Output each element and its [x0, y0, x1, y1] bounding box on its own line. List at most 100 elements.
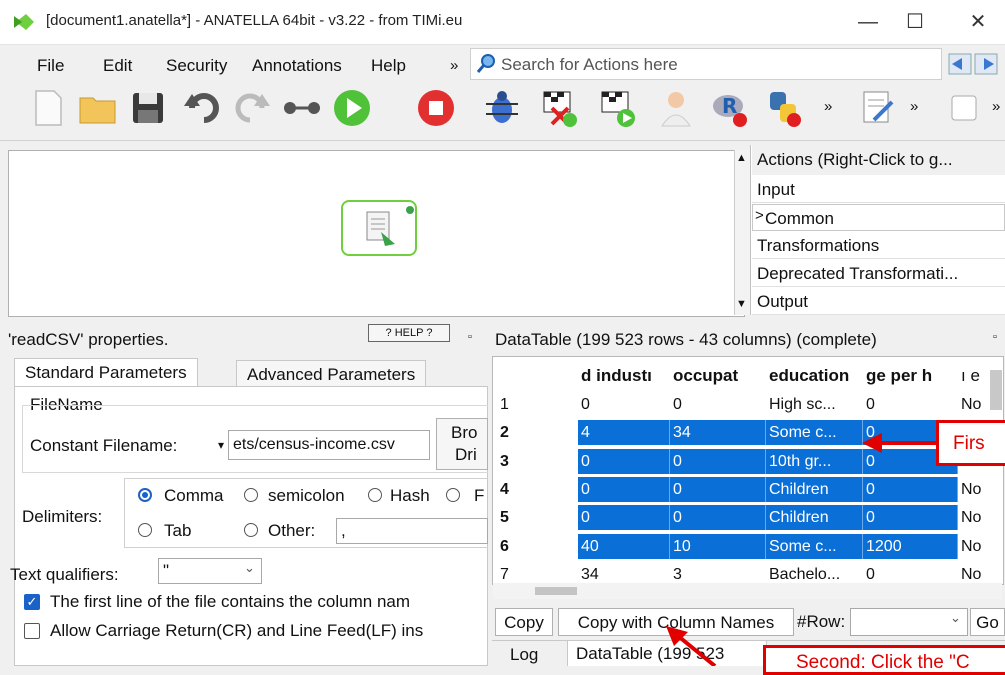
table-cell[interactable]: No [958, 534, 988, 559]
close-button[interactable]: ✕ [955, 6, 1001, 38]
column-header[interactable]: d industı [578, 363, 670, 388]
column-header[interactable]: ge per h [863, 363, 958, 388]
panel-arrows-icon[interactable] [948, 52, 1000, 76]
radio-hash[interactable] [368, 488, 382, 502]
float-panel-icon-2[interactable]: ▫ [993, 331, 997, 343]
radio-semicolon[interactable] [244, 488, 258, 502]
minimize-button[interactable]: — [845, 6, 891, 38]
menu-help[interactable]: Help [371, 56, 406, 76]
maximize-button[interactable]: ☐ [892, 6, 938, 38]
open-folder-icon[interactable] [78, 88, 118, 128]
go-button[interactable]: Go [970, 608, 1005, 636]
readcsv-node[interactable] [341, 200, 417, 256]
scroll-up-icon[interactable]: ▲ [736, 152, 747, 164]
other-delimiter-input[interactable]: , [336, 518, 488, 544]
row-number[interactable]: 6 [497, 534, 537, 559]
row-number[interactable]: 2 [497, 420, 537, 445]
vertical-scrollbar-thumb[interactable] [990, 370, 1002, 410]
table-cell[interactable]: 0 [863, 505, 958, 531]
table-cell[interactable]: No [958, 505, 988, 530]
help-button[interactable]: ? HELP ? [368, 324, 450, 342]
user-icon[interactable] [656, 88, 696, 128]
blank-page-icon[interactable] [944, 88, 984, 128]
table-cell[interactable]: No [958, 477, 988, 502]
radio-f[interactable] [446, 488, 460, 502]
connect-icon[interactable] [282, 88, 322, 128]
tab-standard-parameters[interactable]: Standard Parameters [14, 358, 198, 386]
edit-notes-icon[interactable] [858, 88, 898, 128]
menu-file[interactable]: File [37, 56, 64, 76]
filename-input[interactable]: ets/census-income.csv [228, 430, 430, 460]
radio-other[interactable] [244, 523, 258, 537]
toolbar-overflow-icon-2[interactable]: » [910, 98, 918, 115]
browse-button[interactable]: Bro Dri [436, 418, 488, 470]
copy-button[interactable]: Copy [495, 608, 553, 636]
actions-scrollbar[interactable] [734, 150, 751, 315]
python-icon[interactable] [764, 88, 804, 128]
table-cell[interactable]: 0 [863, 476, 958, 502]
radio-comma[interactable] [138, 488, 152, 502]
node-output-port[interactable] [406, 206, 414, 214]
debug-bug-icon[interactable] [482, 88, 522, 128]
table-cell[interactable]: High sc... [766, 392, 863, 417]
table-cell[interactable]: No [958, 392, 988, 417]
row-number[interactable]: 1 [497, 392, 537, 417]
table-cell[interactable]: 0 [578, 505, 670, 531]
run-icon[interactable] [332, 88, 372, 128]
horizontal-scrollbar-thumb[interactable] [535, 587, 577, 595]
table-cell[interactable]: Children [766, 476, 863, 502]
row-number[interactable]: 5 [497, 505, 537, 530]
table-cell[interactable]: 40 [578, 533, 670, 559]
new-file-icon[interactable] [28, 88, 68, 128]
scroll-down-icon[interactable]: ▼ [736, 298, 747, 310]
column-header[interactable]: ı e [958, 363, 988, 388]
column-header[interactable]: education [766, 363, 863, 388]
menu-edit[interactable]: Edit [103, 56, 132, 76]
allow-crlf-checkbox[interactable] [24, 623, 40, 639]
radio-tab[interactable] [138, 523, 152, 537]
table-cell[interactable]: 10th gr... [766, 448, 863, 474]
table-cell[interactable]: 4 [578, 420, 670, 446]
table-cell[interactable]: Children [766, 505, 863, 531]
tab-advanced-parameters[interactable]: Advanced Parameters [236, 360, 427, 388]
action-category-output[interactable]: Output [752, 288, 1005, 315]
action-category-deprecated[interactable]: Deprecated Transformati... [752, 260, 1005, 287]
tab-log[interactable]: Log [510, 645, 538, 665]
table-cell[interactable]: 0 [578, 392, 670, 417]
table-cell[interactable]: 0 [670, 448, 766, 474]
toolbar-overflow-icon[interactable]: » [824, 98, 832, 115]
save-icon[interactable] [128, 88, 168, 128]
svg-text:R: R [722, 94, 737, 118]
table-cell[interactable]: 34 [670, 420, 766, 446]
column-header[interactable]: occupat [670, 363, 766, 388]
action-category-common[interactable]: Common [752, 204, 1005, 231]
menu-annotations[interactable]: Annotations [252, 56, 342, 76]
run-all-flags-icon[interactable] [598, 88, 638, 128]
table-cell[interactable]: 0 [578, 448, 670, 474]
search-input[interactable]: Search for Actions here [470, 48, 942, 80]
table-cell[interactable]: 0 [578, 476, 670, 502]
table-cell[interactable]: 0 [670, 476, 766, 502]
r-script-icon[interactable]: R [710, 88, 750, 128]
undo-icon[interactable] [182, 88, 222, 128]
menu-security[interactable]: Security [166, 56, 227, 76]
filename-mode-dropdown-icon[interactable]: ▾ [218, 438, 224, 452]
table-cell[interactable]: Some c... [766, 533, 863, 559]
table-cell[interactable]: 0 [670, 392, 766, 417]
table-cell[interactable]: Some c... [766, 420, 863, 446]
action-category-input[interactable]: Input [752, 176, 1005, 203]
toolbar-overflow-icon-3[interactable]: » [992, 98, 1000, 115]
stop-icon[interactable] [416, 88, 456, 128]
run-all-flags-stop-icon[interactable] [540, 88, 580, 128]
float-panel-icon[interactable]: ▫ [468, 331, 472, 343]
row-number[interactable]: 3 [497, 449, 537, 474]
action-category-transformations[interactable]: Transformations [752, 232, 1005, 259]
first-line-header-checkbox[interactable]: ✓ [24, 594, 40, 610]
table-cell[interactable]: 0 [670, 505, 766, 531]
table-cell[interactable]: 1200 [863, 533, 958, 559]
menu-overflow-icon[interactable]: » [450, 57, 458, 74]
table-cell[interactable]: 0 [863, 392, 958, 417]
redo-icon[interactable] [232, 88, 272, 128]
row-number[interactable]: 4 [497, 477, 537, 502]
table-cell[interactable]: 10 [670, 533, 766, 559]
